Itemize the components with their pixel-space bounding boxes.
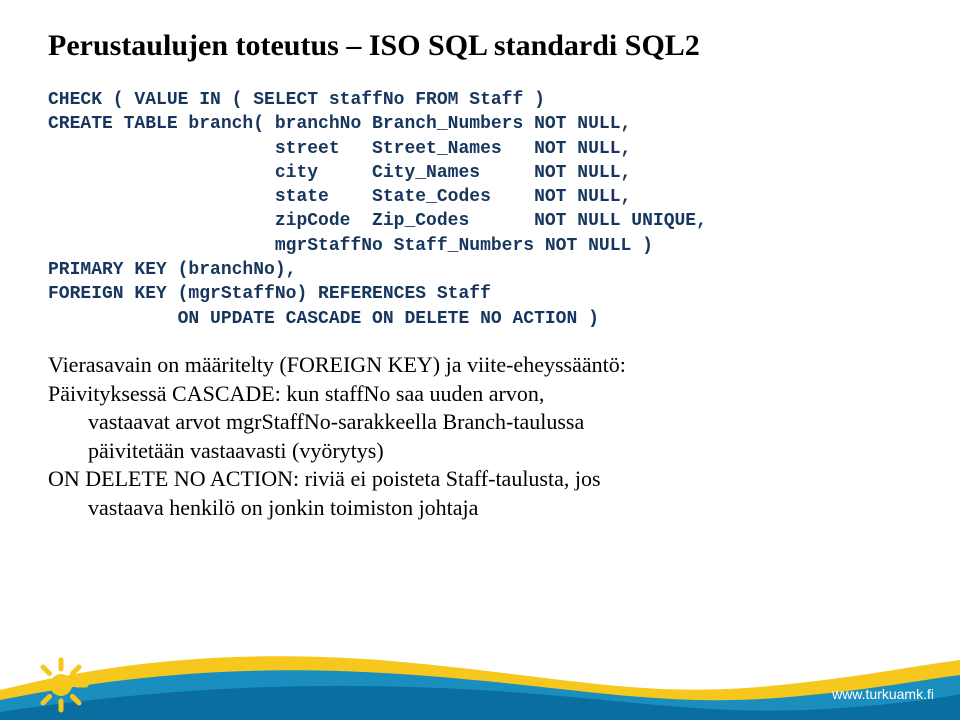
body-line: Vierasavain on määritelty (FOREIGN KEY) … <box>48 351 912 380</box>
code-block: CHECK ( VALUE IN ( SELECT staffNo FROM S… <box>48 88 912 331</box>
body-line-indented: vastaavat arvot mgrStaffNo-sarakkeella B… <box>48 408 912 437</box>
body-line-indented: päivitetään vastaavasti (vyörytys) <box>48 437 912 466</box>
body-paragraph: Vierasavain on määritelty (FOREIGN KEY) … <box>48 351 912 523</box>
slide-title: Perustaulujen toteutus – ISO SQL standar… <box>48 28 912 64</box>
body-line-indented: vastaava henkilö on jonkin toimiston joh… <box>48 494 912 523</box>
body-line: Päivityksessä CASCADE: kun staffNo saa u… <box>48 380 912 409</box>
slide-container: Perustaulujen toteutus – ISO SQL standar… <box>0 0 960 720</box>
body-line: ON DELETE NO ACTION: riviä ei poisteta S… <box>48 465 912 494</box>
sun-logo-icon <box>32 656 90 714</box>
footer-url: www.turkuamk.fi <box>832 686 934 702</box>
